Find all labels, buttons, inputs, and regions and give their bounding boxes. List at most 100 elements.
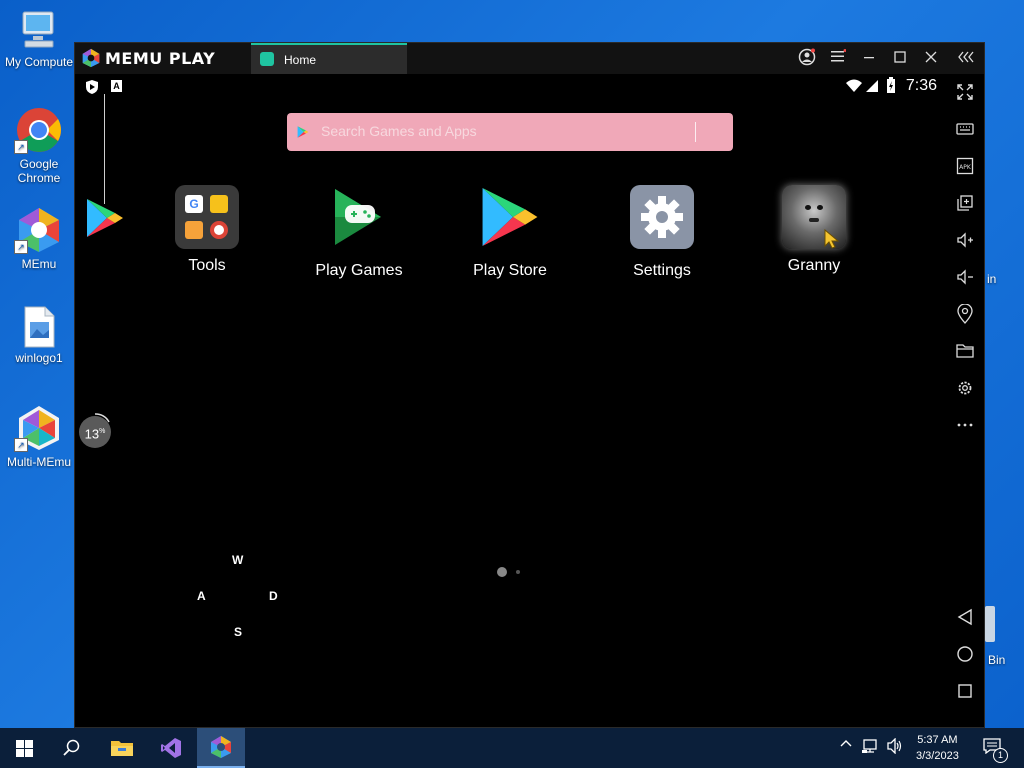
app-label: Tools [188, 257, 226, 274]
desktop-icon-label: winlogo1 [15, 351, 63, 365]
more-button[interactable] [953, 413, 977, 437]
apk-button[interactable]: APK [953, 154, 977, 178]
location-button[interactable] [953, 302, 977, 326]
back-icon [957, 608, 972, 626]
keyboard-icon [956, 123, 974, 135]
desktop-icon-multi-memu[interactable]: ↗ Multi-MEmu [0, 404, 78, 469]
location-icon [957, 304, 973, 324]
desktop-icon-google-chrome[interactable]: ↗ Google Chrome [0, 106, 78, 185]
taskbar-visual-studio[interactable] [147, 728, 195, 768]
tab-home[interactable]: Home [251, 43, 407, 74]
close-icon [925, 51, 937, 63]
play-store-icon [482, 188, 538, 246]
start-button[interactable] [0, 728, 48, 768]
play-games-icon [335, 189, 381, 245]
account-icon [798, 48, 816, 66]
fullscreen-icon [957, 84, 973, 100]
granny-game-icon [782, 185, 846, 249]
recents-button[interactable] [953, 679, 977, 703]
desktop-icon-label: Multi-MEmu [6, 455, 71, 469]
desktop-icon-winlogo1[interactable]: winlogo1 [0, 306, 78, 365]
collapse-sidebar-icon [958, 51, 974, 63]
home-icon [957, 646, 973, 662]
chevron-up-icon [840, 740, 852, 747]
desktop-icon-label: MEmu [21, 257, 57, 271]
image-file-icon [24, 306, 55, 348]
apk-icon: APK [956, 157, 974, 175]
network-button[interactable] [862, 738, 880, 757]
notification-count-badge: 1 [993, 748, 1008, 763]
statusbar-time: 7:36 [905, 77, 937, 94]
volume-down-button[interactable] [953, 265, 977, 289]
signal-icon [866, 80, 878, 92]
play-store-icon [297, 126, 309, 138]
settings-button[interactable] [953, 376, 977, 400]
minimize-button[interactable] [858, 48, 880, 70]
app-play-store[interactable]: Play Store [445, 185, 575, 280]
keymap-down[interactable]: S [234, 625, 242, 639]
clock-time: 5:37 AM [917, 734, 958, 746]
account-button[interactable] [796, 48, 818, 70]
search-bar[interactable] [287, 113, 733, 151]
app-label: Settings [633, 262, 691, 279]
page-indicator[interactable] [516, 570, 520, 574]
folder-button[interactable] [953, 339, 977, 363]
volume-up-button[interactable] [953, 228, 977, 252]
taskbar-memu[interactable] [197, 728, 245, 768]
computer-icon [22, 11, 54, 48]
app-tools[interactable]: G Tools [142, 185, 272, 275]
desktop-icon-my-computer[interactable]: My Compute [0, 10, 78, 69]
menu-icon [831, 49, 847, 62]
search-divider [695, 122, 696, 142]
battery-icon [887, 77, 895, 93]
speaker-icon [887, 737, 902, 755]
keyboard-button[interactable] [953, 117, 977, 141]
app-play-games[interactable]: Play Games [294, 185, 424, 280]
home-button[interactable] [953, 642, 977, 666]
progress-arc-icon [94, 413, 110, 423]
desktop-icon-label: My Compute [4, 55, 74, 69]
collapse-sidebar-button[interactable] [955, 48, 977, 70]
tools-folder-icon: G [175, 185, 239, 249]
keymap-left[interactable]: A [197, 589, 206, 603]
close-button[interactable] [920, 48, 942, 70]
desktop-icon-label: Google Chrome [17, 157, 61, 185]
maximize-icon [894, 51, 906, 63]
volume-up-icon [957, 232, 973, 248]
page-indicator-active[interactable] [497, 567, 507, 577]
play-store-icon[interactable] [85, 197, 125, 239]
clock[interactable]: 5:37 AM 3/3/2023 [916, 732, 959, 764]
multi-window-icon [957, 195, 973, 211]
taskbar: 5:37 AM 3/3/2023 1 [0, 728, 1024, 768]
app-label: Play Games [315, 262, 403, 279]
title-bar[interactable]: MEMU PLAY Home [75, 43, 984, 74]
desktop-icon-memu[interactable]: ↗ MEmu [0, 206, 78, 271]
home-tab-icon [260, 52, 274, 66]
maximize-button[interactable] [889, 48, 911, 70]
keymap-right[interactable]: D [269, 589, 278, 603]
menu-button[interactable] [827, 48, 849, 70]
shortcut-arrow-icon: ↗ [14, 438, 28, 452]
volume-button[interactable] [886, 737, 904, 757]
show-hidden-icons-button[interactable] [839, 736, 853, 753]
fullscreen-button[interactable] [953, 80, 977, 104]
android-screen[interactable]: A 7:36 G [75, 74, 945, 727]
back-button[interactable] [953, 605, 977, 629]
clock-date: 3/3/2023 [916, 750, 959, 762]
settings-gear-icon [630, 185, 694, 249]
search-input[interactable] [321, 123, 691, 139]
app-granny[interactable]: Granny [749, 185, 879, 275]
desktop-partial-label: Bin [988, 653, 1006, 667]
recycle-bin-icon[interactable] [985, 606, 995, 642]
brand-name: MEMU PLAY [105, 48, 216, 68]
shield-icon [86, 80, 98, 94]
app-label: Granny [787, 257, 841, 274]
search-button[interactable] [48, 728, 96, 768]
keymap-up[interactable]: W [232, 553, 243, 567]
multi-window-button[interactable] [953, 191, 977, 215]
app-settings[interactable]: Settings [597, 185, 727, 280]
folder-icon [111, 741, 133, 756]
taskbar-file-explorer[interactable] [98, 728, 146, 768]
brand: MEMU PLAY [81, 48, 215, 68]
folder-icon [956, 344, 974, 358]
